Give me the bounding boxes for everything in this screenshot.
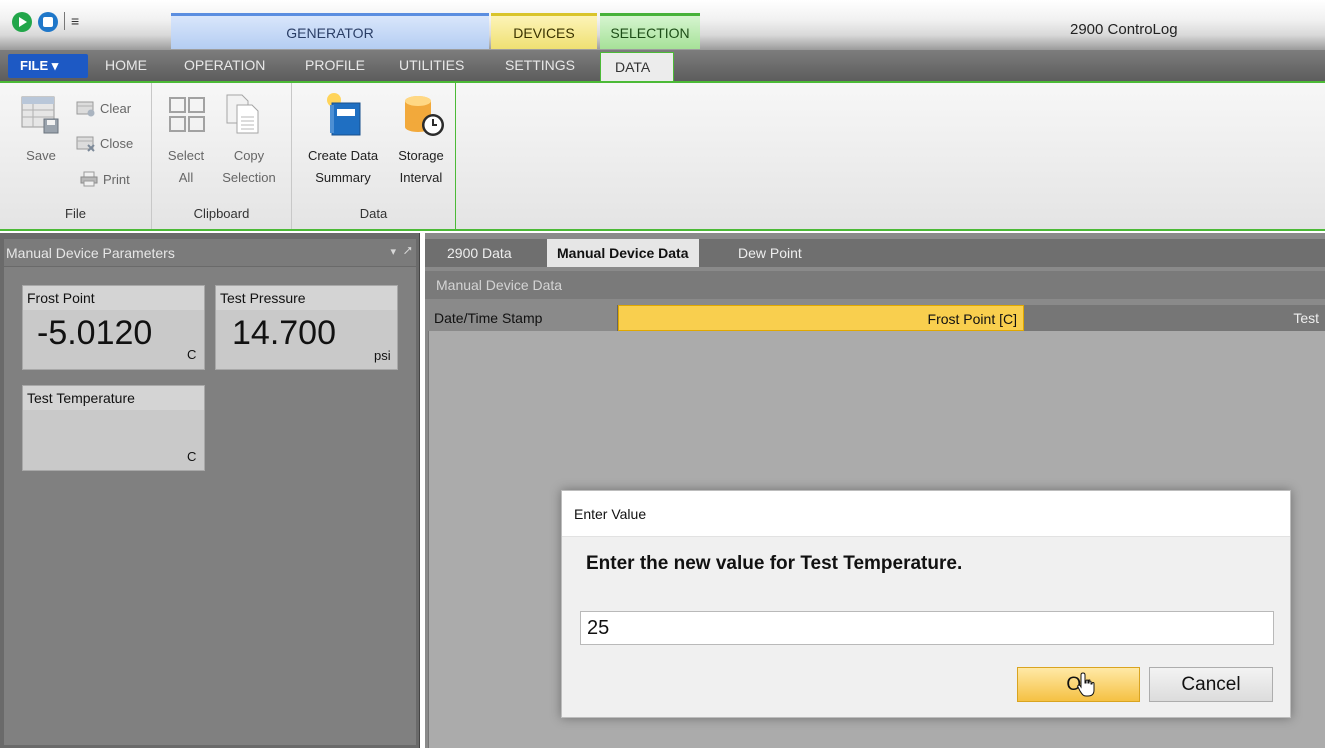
test-pressure-value: 14.700 (232, 314, 336, 352)
storage-interval-button[interactable]: Storage Interval (390, 145, 452, 189)
play-icon[interactable] (12, 12, 32, 32)
select-all-button[interactable]: Select All (160, 145, 212, 189)
copy-selection-label-line2: Selection (222, 170, 276, 185)
tab-settings[interactable]: SETTINGS (505, 57, 575, 73)
storage-interval-label-line1: Storage (398, 148, 444, 163)
column-header-test[interactable]: Test (1268, 305, 1325, 331)
context-tab-selection: SELECTION (600, 13, 700, 49)
ribbon: Save Clear Close Print File Select All C… (0, 83, 1325, 231)
file-menu-button[interactable]: FILE ▾ (8, 54, 88, 78)
tab-home[interactable]: HOME (105, 57, 147, 73)
tab-profile[interactable]: PROFILE (305, 57, 365, 73)
ribbon-tab-row: FILE ▾ HOME OPERATION PROFILE UTILITIES … (0, 50, 1325, 83)
column-header-frost-point[interactable]: Frost Point [C] (618, 305, 1024, 331)
panel-menu-icon[interactable]: ▾ (390, 245, 396, 258)
group-label-data: Data (359, 206, 388, 221)
qat-customize-icon[interactable]: ≡ (71, 13, 79, 29)
select-all-icon (169, 97, 205, 132)
frost-point-value: -5.0120 (37, 314, 153, 352)
cancel-button[interactable]: Cancel (1149, 667, 1273, 702)
context-tab-generator: GENERATOR (171, 13, 489, 49)
clear-button[interactable]: Clear (100, 101, 131, 116)
copy-selection-label-line1: Copy (233, 148, 265, 163)
mouse-cursor-icon (1077, 672, 1095, 697)
panel-header: Manual Device Parameters ▾ ⭧ (4, 239, 416, 266)
tab-2900-data[interactable]: 2900 Data (437, 239, 522, 267)
frost-point-unit: C (187, 347, 197, 362)
save-icon (21, 96, 59, 134)
app-title: 2900 ControLog (1070, 21, 1178, 38)
print-icon (80, 171, 98, 187)
create-data-summary-icon (327, 93, 361, 136)
test-temperature-label: Test Temperature (23, 386, 204, 410)
create-data-summary-button[interactable]: Create Data Summary (298, 145, 388, 189)
title-bar: ≡ GENERATOR DEVICES SELECTION 2900 Contr… (0, 0, 1325, 50)
column-header-date[interactable]: Date/Time Stamp (428, 305, 618, 331)
grid-caption: Manual Device Data (425, 271, 1325, 299)
panel-title: Manual Device Parameters (6, 245, 175, 261)
group-label-file: File (65, 206, 86, 221)
panel-body: Frost Point -5.0120 C Test Pressure 14.7… (4, 267, 416, 745)
enter-value-dialog: Enter Value Enter the new value for Test… (561, 490, 1291, 718)
print-button[interactable]: Print (103, 172, 130, 187)
create-data-summary-label-line1: Create Data (307, 148, 379, 163)
clear-icon (76, 101, 95, 117)
stop-icon[interactable] (38, 12, 58, 32)
close-icon (76, 136, 95, 152)
context-tab-devices: DEVICES (491, 13, 597, 49)
qat-separator (64, 12, 65, 30)
storage-interval-icon (405, 96, 444, 136)
test-temperature-card[interactable]: Test Temperature C (22, 385, 205, 471)
storage-interval-label-line2: Interval (399, 170, 443, 185)
dialog-prompt: Enter the new value for Test Temperature… (586, 553, 963, 574)
ribbon-group-file: Save Clear Close Print File (0, 83, 152, 229)
copy-selection-button[interactable]: Copy Selection (214, 145, 284, 189)
dialog-title: Enter Value (562, 491, 1290, 537)
close-button[interactable]: Close (100, 136, 133, 151)
grid-header: Date/Time Stamp Frost Point [C] Test (428, 305, 1325, 331)
test-temperature-unit: C (187, 449, 197, 464)
document-tabs: 2900 Data Manual Device Data Dew Point (425, 239, 1325, 267)
tab-manual-device-data[interactable]: Manual Device Data (547, 239, 699, 267)
group-label-clipboard: Clipboard (193, 206, 250, 221)
select-all-label-line2: All (178, 170, 194, 185)
copy-selection-icon (226, 94, 259, 134)
ribbon-group-data: Create Data Summary Storage Interval Dat… (292, 83, 456, 229)
test-pressure-unit: psi (374, 348, 391, 363)
save-button-label[interactable]: Save (20, 145, 62, 167)
test-pressure-label: Test Pressure (216, 286, 397, 310)
test-pressure-card[interactable]: Test Pressure 14.700 psi (215, 285, 398, 370)
pin-icon[interactable]: ⭧ (404, 243, 412, 259)
tab-data[interactable]: DATA (600, 52, 674, 83)
manual-device-parameters-panel: Manual Device Parameters ▾ ⭧ Frost Point… (0, 233, 420, 748)
select-all-label-line1: Select (167, 148, 205, 163)
tab-utilities[interactable]: UTILITIES (399, 57, 464, 73)
ribbon-group-clipboard: Select All Copy Selection Clipboard (152, 83, 292, 229)
value-input[interactable] (580, 611, 1274, 645)
tab-operation[interactable]: OPERATION (184, 57, 265, 73)
frost-point-card[interactable]: Frost Point -5.0120 C (22, 285, 205, 370)
frost-point-label: Frost Point (23, 286, 204, 310)
tab-dew-point[interactable]: Dew Point (728, 239, 812, 267)
create-data-summary-label-line2: Summary (315, 170, 371, 185)
